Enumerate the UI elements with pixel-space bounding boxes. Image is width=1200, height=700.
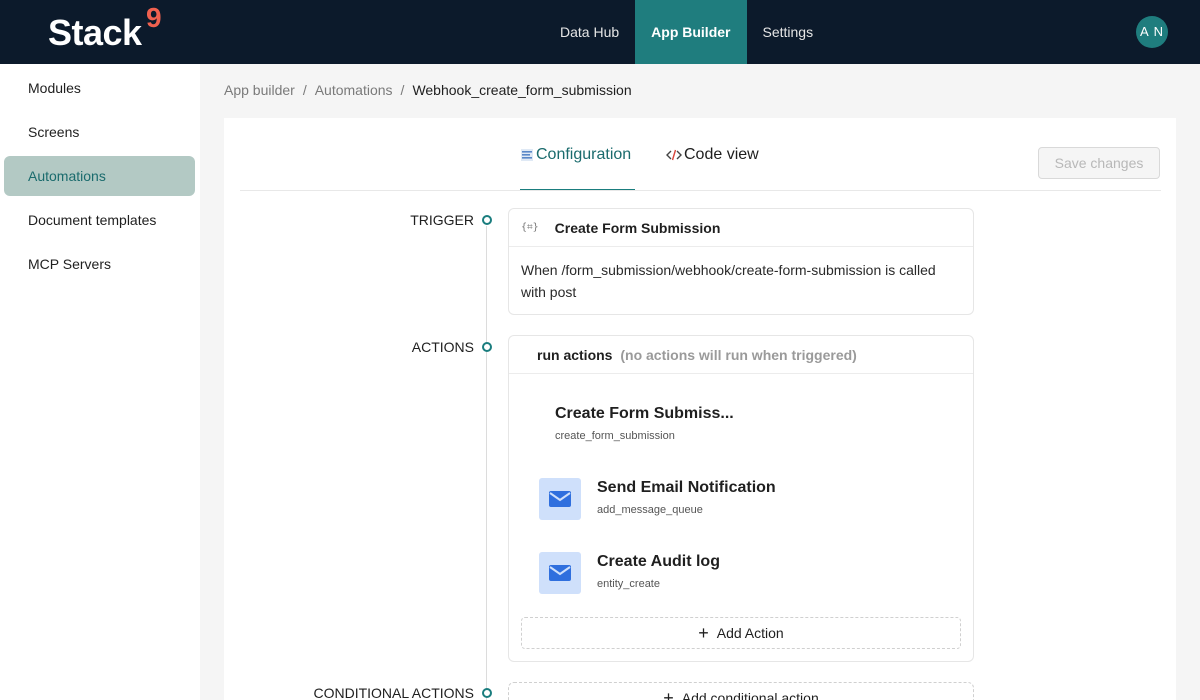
user-avatar[interactable]: A N: [1136, 16, 1168, 48]
actions-card: run actions (no actions will run when tr…: [508, 335, 974, 662]
trigger-label: TRIGGER: [410, 212, 474, 228]
action-item[interactable]: Send Email Notification add_message_queu…: [539, 478, 939, 522]
logo-text: Stack: [48, 12, 142, 53]
mail-icon: [539, 552, 581, 594]
add-action-label: Add Action: [716, 625, 784, 641]
add-conditional-action-label: Add conditional action: [681, 690, 819, 700]
nav-app-builder[interactable]: App Builder: [635, 0, 747, 64]
add-action-button[interactable]: + Add Action: [521, 617, 961, 649]
mail-icon: [539, 478, 581, 520]
tab-configuration-label: Configuration: [536, 146, 632, 163]
tabs-divider: [240, 190, 1161, 191]
sidebar-item-modules[interactable]: Modules: [4, 68, 195, 108]
sidebar-item-screens[interactable]: Screens: [4, 112, 195, 152]
action-item[interactable]: Create Form Submiss... create_form_submi…: [539, 404, 939, 448]
add-conditional-action-button[interactable]: + Add conditional action: [508, 682, 974, 700]
nav-settings[interactable]: Settings: [747, 0, 830, 64]
trigger-dot: [482, 215, 492, 225]
sidebar-item-document-templates[interactable]: Document templates: [4, 200, 195, 240]
action-key: create_form_submission: [555, 430, 675, 442]
conditional-actions-label: CONDITIONAL ACTIONS: [313, 685, 474, 700]
tab-code-view[interactable]: Code view: [666, 146, 759, 191]
actions-card-header: run actions (no actions will run when tr…: [509, 336, 973, 374]
sidebar-background: [0, 288, 200, 700]
actions-note: (no actions will run when triggered): [620, 347, 857, 363]
plus-icon: +: [698, 623, 709, 643]
trigger-description: When /form_submission/webhook/create-for…: [521, 262, 936, 300]
trigger-title: Create Form Submission: [554, 219, 721, 236]
trigger-card-header: {⌗} Create Form Submission: [509, 209, 973, 247]
breadcrumb-current: Webhook_create_form_submission: [412, 82, 632, 98]
trigger-card[interactable]: {⌗} Create Form Submission When /form_su…: [508, 208, 974, 315]
actions-heading: run actions: [537, 347, 613, 363]
action-title: Create Audit log: [597, 553, 720, 570]
configuration-icon: [520, 148, 534, 165]
breadcrumb-automations[interactable]: Automations: [315, 82, 393, 98]
automation-panel: Configuration Code view Save changes TRI…: [224, 118, 1176, 700]
action-item[interactable]: Create Audit log entity_create: [539, 552, 939, 596]
conditional-actions-dot: [482, 688, 492, 698]
code-icon: [666, 148, 682, 165]
breadcrumb: App builder / Automations / Webhook_create_f…: [224, 82, 632, 98]
action-title: Send Email Notification: [597, 479, 776, 496]
actions-dot: [482, 342, 492, 352]
nav-data-hub[interactable]: Data Hub: [544, 0, 635, 64]
stack9-logo[interactable]: Stack 9: [48, 2, 178, 62]
webhook-icon: {⌗}: [521, 222, 539, 233]
actions-label: ACTIONS: [411, 339, 474, 355]
action-key: add_message_queue: [597, 504, 703, 516]
timeline-line: [486, 226, 487, 700]
action-title: Create Form Submiss...: [555, 405, 734, 422]
main-nav: Data Hub App Builder Settings: [544, 0, 829, 64]
tab-code-view-label: Code view: [684, 146, 759, 163]
logo-mark: 9: [146, 2, 162, 33]
sidebar: Modules Screens Automations Document tem…: [0, 64, 200, 288]
top-bar: Stack 9 Data Hub App Builder Settings A …: [0, 0, 1200, 64]
tab-configuration[interactable]: Configuration: [520, 146, 635, 191]
action-key: entity_create: [597, 578, 660, 590]
sidebar-item-automations[interactable]: Automations: [4, 156, 195, 196]
breadcrumb-app-builder[interactable]: App builder: [224, 82, 295, 98]
plus-icon: +: [663, 688, 674, 700]
save-changes-button[interactable]: Save changes: [1038, 147, 1160, 179]
sidebar-item-mcp-servers[interactable]: MCP Servers: [4, 244, 195, 284]
